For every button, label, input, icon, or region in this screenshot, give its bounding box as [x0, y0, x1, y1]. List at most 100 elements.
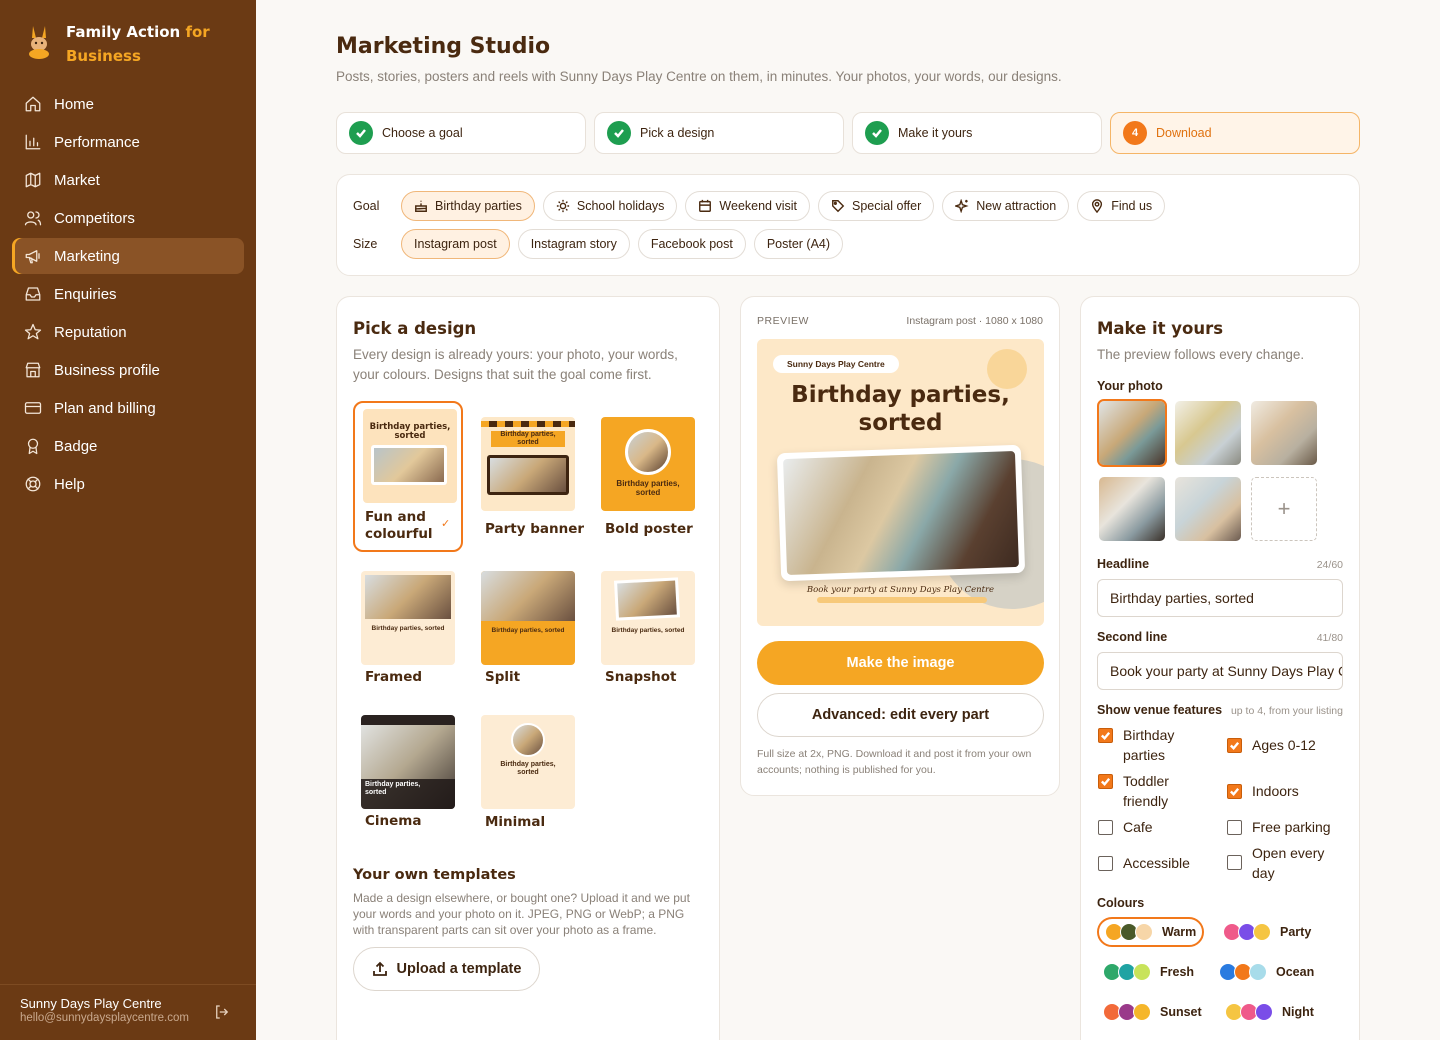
brand[interactable]: Family Action for Business — [24, 20, 210, 68]
palette-name: Party — [1280, 925, 1312, 939]
design-thumbnail: Birthday parties, sorted — [481, 715, 575, 809]
feature-open-every-day[interactable]: Open every day — [1227, 843, 1327, 883]
feature-ages-0-12[interactable]: Ages 0-12 — [1227, 735, 1347, 755]
palette-warm[interactable]: Warm — [1097, 917, 1205, 947]
size-chip-poster-a4[interactable]: Poster (A4) — [753, 229, 844, 259]
bar-chart-icon — [25, 134, 41, 150]
checkbox[interactable] — [1227, 738, 1242, 753]
nav-item-reputation[interactable]: Reputation — [12, 314, 244, 350]
check-icon — [349, 121, 373, 145]
logout-icon — [216, 1005, 229, 1019]
nav-item-marketing[interactable]: Marketing — [12, 238, 244, 274]
palette-night[interactable]: Night — [1225, 997, 1314, 1027]
feature-label: Accessible — [1123, 855, 1190, 871]
nav-item-market[interactable]: Market — [12, 162, 244, 198]
goal-chip-weekend-visit[interactable]: Weekend visit — [685, 191, 811, 221]
advanced-edit-button[interactable]: Advanced: edit every part — [757, 693, 1044, 737]
feature-toddler-friendly[interactable]: Toddler friendly — [1098, 771, 1208, 811]
checkbox[interactable] — [1098, 728, 1113, 743]
checkbox[interactable] — [1227, 784, 1242, 799]
logout-button[interactable] — [213, 1003, 231, 1021]
step-make-yours[interactable]: Make it yours — [852, 112, 1102, 154]
step-download[interactable]: 4 Download — [1110, 112, 1360, 154]
palette-name: Night — [1282, 1005, 1314, 1019]
size-chip-facebook-post[interactable]: Facebook post — [637, 229, 746, 259]
nav-item-performance[interactable]: Performance — [12, 124, 244, 160]
check-icon — [607, 121, 631, 145]
size-chip-instagram-story[interactable]: Instagram story — [517, 229, 630, 259]
palette-party[interactable]: Party — [1223, 917, 1311, 947]
design-tile-fun-colourful[interactable]: Birthday parties, sorted Fun and colourf… — [353, 401, 463, 552]
main-nav: Home Performance Market Competitors Mark… — [12, 86, 244, 504]
goal-chip-birthday[interactable]: Birthday parties — [401, 191, 535, 221]
tile-label: Fun and colourful — [365, 509, 433, 542]
size-chip-instagram-post[interactable]: Instagram post — [401, 229, 510, 259]
checkbox[interactable] — [1098, 820, 1113, 835]
palette-fresh[interactable]: Fresh — [1103, 957, 1194, 987]
nav-item-competitors[interactable]: Competitors — [12, 200, 244, 236]
nav-label: Market — [54, 171, 100, 189]
design-tile-bold-poster[interactable]: Birthday parties, sorted Bold poster — [601, 417, 697, 537]
goal-chip-special-offer[interactable]: Special offer — [818, 191, 935, 221]
thumb-headline: Birthday parties, sorted — [611, 627, 685, 634]
photo-label: Your photo — [1097, 379, 1163, 393]
photo-option-1[interactable] — [1097, 399, 1167, 467]
preview-image: Sunny Days Play Centre Birthday parties,… — [757, 339, 1044, 626]
feature-label: Ages 0-12 — [1252, 737, 1316, 753]
upload-template-button[interactable]: Upload a template — [353, 947, 540, 991]
make-image-button[interactable]: Make the image — [757, 641, 1044, 685]
cake-icon — [415, 200, 427, 212]
feature-indoors[interactable]: Indoors — [1227, 781, 1347, 801]
design-tile-snapshot[interactable]: Birthday parties, sorted Snapshot — [601, 571, 697, 691]
design-tile-cinema[interactable]: Birthday parties, sorted Cinema — [361, 715, 457, 835]
feature-free-parking[interactable]: Free parking — [1227, 817, 1347, 837]
nav-item-business-profile[interactable]: Business profile — [12, 352, 244, 388]
feature-label: Free parking — [1252, 819, 1331, 835]
feature-birthday-parties[interactable]: Birthday parties — [1098, 725, 1208, 765]
account-name: Sunny Days Play Centre — [20, 996, 162, 1011]
photo-option-3[interactable] — [1251, 401, 1317, 465]
feature-accessible[interactable]: Accessible — [1098, 853, 1208, 873]
nav-label: Help — [54, 475, 85, 493]
photo-option-2[interactable] — [1175, 401, 1241, 465]
palette-name: Fresh — [1160, 965, 1195, 979]
palette-sunset[interactable]: Sunset — [1103, 997, 1202, 1027]
step-choose-goal[interactable]: Choose a goal — [336, 112, 586, 154]
goal-chip-school-holidays[interactable]: School holidays — [542, 191, 678, 221]
feature-label: Indoors — [1252, 783, 1299, 799]
brand-name: Family Action for Business — [66, 23, 210, 65]
chip-label: Weekend visit — [719, 199, 798, 213]
goal-chip-new-attraction[interactable]: New attraction — [942, 191, 1070, 221]
add-photo-button[interactable]: + — [1251, 477, 1317, 541]
headline-input[interactable]: Birthday parties, sorted — [1097, 579, 1343, 617]
design-tile-split[interactable]: Birthday parties, sorted Split — [481, 571, 577, 691]
feature-cafe[interactable]: Cafe — [1098, 817, 1208, 837]
nav-item-help[interactable]: Help — [12, 466, 244, 502]
nav-item-plan-billing[interactable]: Plan and billing — [12, 390, 244, 426]
preview-photo — [776, 444, 1026, 582]
palette-ocean[interactable]: Ocean — [1219, 957, 1314, 987]
design-tile-party-banner[interactable]: Birthday parties, sorted Party banner — [481, 417, 584, 537]
photo-option-5[interactable] — [1175, 477, 1241, 541]
megaphone-icon — [25, 250, 40, 264]
chip-label: School holidays — [576, 199, 665, 213]
checkbox[interactable] — [1227, 855, 1242, 870]
check-icon: ✓ — [441, 518, 451, 530]
step-pick-design[interactable]: Pick a design — [594, 112, 844, 154]
checkbox[interactable] — [1098, 856, 1113, 871]
nav-item-badge[interactable]: Badge — [12, 428, 244, 464]
checkbox[interactable] — [1227, 820, 1242, 835]
goal-chip-find-us[interactable]: Find us — [1077, 191, 1166, 221]
checkbox[interactable] — [1098, 774, 1113, 789]
design-tile-minimal[interactable]: Birthday parties, sorted Minimal — [481, 715, 577, 835]
photo-option-4[interactable] — [1099, 477, 1165, 541]
nav-label: Marketing — [54, 247, 120, 265]
users-icon — [24, 211, 42, 226]
preview-size: Instagram post · 1080 x 1080 — [906, 315, 1043, 327]
size-row: Size Instagram post Instagram story Face… — [353, 229, 851, 259]
design-tile-framed[interactable]: Birthday parties, sorted Framed — [361, 571, 457, 691]
nav-item-enquiries[interactable]: Enquiries — [12, 276, 244, 312]
nav-item-home[interactable]: Home — [12, 86, 244, 122]
store-icon — [25, 362, 41, 378]
second-line-input[interactable]: Book your party at Sunny Days Play Centr… — [1097, 652, 1343, 690]
